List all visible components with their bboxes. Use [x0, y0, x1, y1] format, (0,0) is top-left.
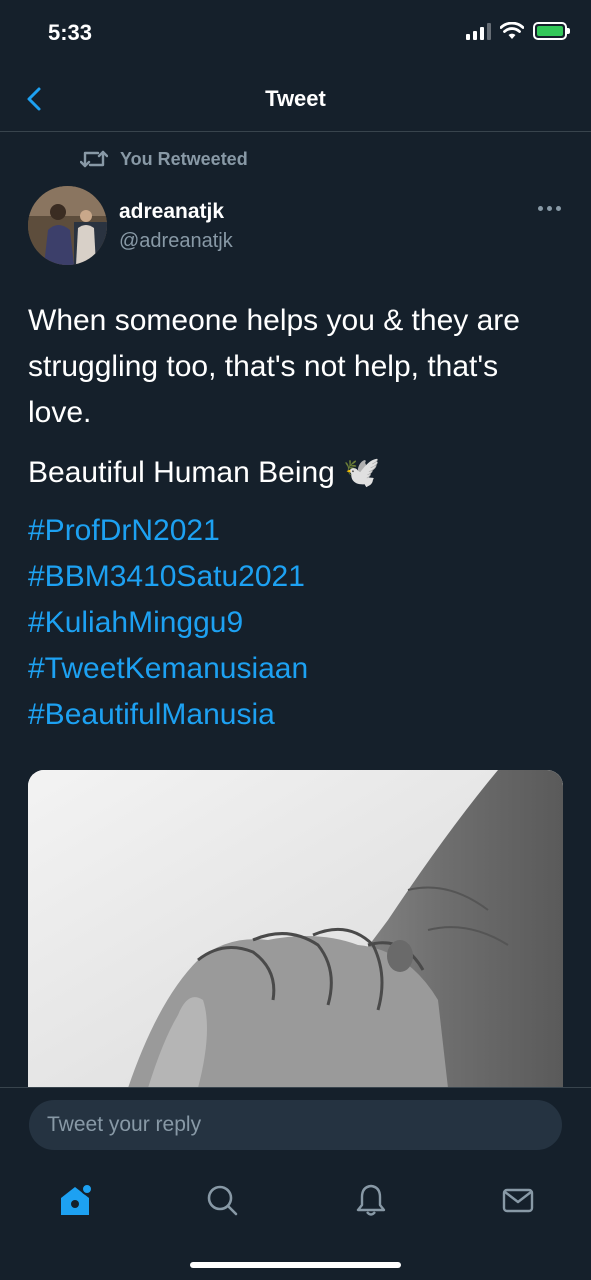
- tweet-image[interactable]: [28, 770, 563, 1088]
- tweet-author: adreanatjk @adreanatjk: [28, 186, 563, 268]
- tab-notifications[interactable]: [348, 1177, 394, 1223]
- page-title: Tweet: [265, 86, 326, 111]
- status-time: 5:33: [48, 20, 93, 45]
- retweet-indicator: You Retweeted: [80, 148, 248, 170]
- hashtag-list: #ProfDrN2021 #BBM3410Satu2021 #KuliahMin…: [28, 508, 308, 738]
- hashtag-link[interactable]: #KuliahMinggu9: [28, 600, 308, 646]
- avatar[interactable]: [28, 186, 107, 265]
- avatar-image: [28, 186, 107, 265]
- signal-icon: [466, 22, 491, 40]
- reply-bar: [0, 1087, 591, 1163]
- nav-bar: Tweet: [0, 66, 591, 132]
- more-options-button[interactable]: [538, 206, 561, 211]
- author-name[interactable]: adreanatjk: [119, 200, 224, 224]
- more-icon: [538, 206, 543, 211]
- tab-messages[interactable]: [495, 1177, 541, 1223]
- hashtag-link[interactable]: #ProfDrN2021: [28, 508, 308, 554]
- retweet-label: You Retweeted: [120, 148, 248, 169]
- battery-icon: [533, 22, 570, 40]
- search-icon: [207, 1185, 238, 1216]
- hands-image: [28, 770, 563, 1088]
- home-indicator: [190, 1262, 401, 1268]
- status-bar: 5:33: [0, 0, 591, 66]
- tab-bar: [0, 1163, 591, 1280]
- retweet-icon: [80, 150, 108, 168]
- tab-search[interactable]: [199, 1177, 245, 1223]
- tweet-text: When someone helps you & they are strugg…: [28, 304, 520, 429]
- bell-icon: [356, 1184, 386, 1216]
- home-icon: [61, 1183, 93, 1215]
- wifi-icon: [500, 22, 524, 39]
- mail-icon: [502, 1188, 534, 1213]
- tweet-text-secondary: Beautiful Human Being 🕊️: [28, 456, 381, 489]
- reply-input[interactable]: [29, 1100, 562, 1150]
- hashtag-link[interactable]: #BeautifulManusia: [28, 692, 308, 738]
- status-icons: [466, 22, 570, 40]
- hashtag-link[interactable]: #TweetKemanusiaan: [28, 646, 308, 692]
- tab-home[interactable]: [52, 1177, 98, 1223]
- author-handle: @adreanatjk: [119, 230, 233, 252]
- hashtag-link[interactable]: #BBM3410Satu2021: [28, 554, 308, 600]
